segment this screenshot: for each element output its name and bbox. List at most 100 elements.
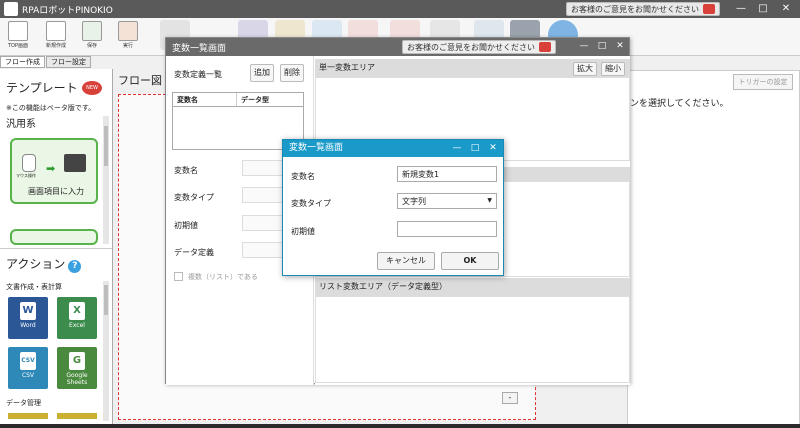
- dialog-type-select[interactable]: 文字列 ▼: [397, 193, 497, 209]
- left-panel: テンプレート NEW ※この機能はベータ版です。 汎用系 マウス操作 ➡ 画面項…: [0, 69, 113, 428]
- delete-button[interactable]: 削除: [280, 64, 304, 82]
- close-button[interactable]: ✕: [775, 0, 797, 18]
- run-button[interactable]: 実行: [112, 21, 144, 49]
- var-close-button[interactable]: ✕: [612, 38, 628, 55]
- action-heading-text: アクション: [6, 257, 66, 271]
- tab-strip: フロー作成 フロー設定: [0, 56, 92, 68]
- action-csv-label: CSV: [21, 372, 35, 379]
- dialog-name-label: 変数名: [291, 172, 315, 181]
- field-name-label: 変数名: [174, 166, 198, 175]
- action-csv[interactable]: CSV CSV: [8, 347, 48, 389]
- new-button[interactable]: 新規作成: [40, 21, 72, 49]
- column-header-type: データ型: [241, 96, 269, 104]
- action-google-sheets-label: Google Sheets: [66, 372, 88, 386]
- var-feedback-label: お客様のご意見をお聞かせください: [407, 42, 535, 52]
- dialog-close-button[interactable]: ✕: [485, 140, 501, 157]
- template-scrollbar[interactable]: [103, 116, 109, 244]
- dialog-maximize-button[interactable]: □: [467, 140, 483, 157]
- template-card-partial[interactable]: [10, 229, 98, 245]
- new-badge: NEW: [82, 81, 102, 95]
- collapse-button[interactable]: -: [502, 392, 518, 404]
- new-file-icon: [46, 21, 66, 41]
- thumbs-down-icon: [539, 42, 551, 52]
- chevron-down-icon: ▼: [487, 197, 492, 204]
- doc-section-label: 文書作成・表計算: [6, 283, 62, 291]
- var-minimize-button[interactable]: —: [576, 38, 592, 55]
- action-tile-partial-2[interactable]: [57, 413, 97, 419]
- minimize-button[interactable]: —: [730, 0, 752, 18]
- field-type-label: 変数タイプ: [174, 193, 214, 202]
- dialog-init-input[interactable]: [397, 221, 497, 237]
- help-icon[interactable]: ?: [68, 260, 82, 273]
- app-logo-icon: [4, 2, 18, 16]
- template-card-sub: マウス操作: [16, 173, 36, 178]
- action-excel-label: Excel: [69, 322, 85, 329]
- data-section-label: データ管理: [6, 399, 41, 407]
- expand-button[interactable]: 拡大: [573, 62, 597, 76]
- right-panel: [627, 70, 800, 428]
- trigger-settings-button[interactable]: トリガーの設定: [733, 74, 793, 90]
- dialog-title: 変数一覧画面: [289, 143, 344, 153]
- flow-label: フロー図: [118, 74, 162, 87]
- save-label: 保存: [86, 43, 97, 49]
- feedback-label: お客様のご意見をお聞かせください: [571, 4, 699, 14]
- beta-note: ※この機能はベータ版です。: [6, 104, 96, 112]
- scrollbar-thumb[interactable]: [104, 126, 108, 166]
- dialog-init-label: 初期値: [291, 227, 315, 236]
- multi-list-checkbox[interactable]: [174, 272, 183, 281]
- maximize-button[interactable]: □: [752, 0, 774, 18]
- action-word[interactable]: W Word: [8, 297, 48, 339]
- field-init-label: 初期値: [174, 221, 198, 230]
- template-heading: テンプレート: [6, 81, 78, 95]
- dialog-name-input[interactable]: 新規変数1: [397, 166, 497, 182]
- save-button[interactable]: 保存: [76, 21, 108, 49]
- right-panel-message: ンを選択してください。: [630, 99, 729, 109]
- shrink-button[interactable]: 縮小: [601, 62, 625, 76]
- multi-list-label: 複数（リスト）である: [188, 273, 258, 281]
- cancel-button[interactable]: キャンセル: [377, 252, 435, 270]
- csv-icon: CSV: [20, 352, 36, 370]
- app-title: RPAロボットPINOKIO: [22, 5, 113, 16]
- arrow-right-icon: ➡: [46, 162, 56, 175]
- add-button[interactable]: 追加: [250, 64, 274, 82]
- dialog-type-label: 変数タイプ: [291, 199, 331, 208]
- word-icon: W: [20, 302, 36, 320]
- excel-icon: X: [69, 302, 85, 320]
- var-window-title: 変数一覧画面: [172, 43, 227, 54]
- var-feedback-button[interactable]: お客様のご意見をお聞かせください: [402, 40, 556, 54]
- action-tile-partial[interactable]: [8, 413, 48, 419]
- field-datadef-label: データ定義: [174, 248, 214, 257]
- save-icon: [82, 21, 102, 41]
- dialog-type-value: 文字列: [402, 197, 426, 206]
- mouse-icon: [22, 154, 36, 172]
- var-maximize-button[interactable]: □: [594, 38, 610, 55]
- variable-list-title: 変数定義一覧: [174, 70, 222, 79]
- thumbs-down-icon: [703, 4, 715, 14]
- action-heading: アクション?: [6, 255, 82, 273]
- scrollbar-thumb[interactable]: [104, 285, 108, 315]
- var-window-titlebar: 変数一覧画面 お客様のご意見をお聞かせください — □ ✕: [166, 38, 629, 56]
- list-area-body[interactable]: [315, 296, 630, 383]
- feedback-button[interactable]: お客様のご意見をお聞かせください: [566, 2, 720, 16]
- play-icon: [118, 21, 138, 41]
- top-screen-button[interactable]: TOP画面: [2, 21, 34, 49]
- tab-flow-create[interactable]: フロー作成: [0, 56, 45, 68]
- new-label: 新規作成: [45, 43, 66, 49]
- variable-table-header: 変数名 データ型: [173, 93, 303, 107]
- template-card-label: 画面項目に入力: [28, 187, 84, 196]
- dialog-titlebar: 変数一覧画面 — □ ✕: [283, 140, 503, 157]
- column-header-name: 変数名: [173, 93, 237, 106]
- action-excel[interactable]: X Excel: [57, 297, 97, 339]
- action-google-sheets[interactable]: G Google Sheets: [57, 347, 97, 389]
- taskbar: [0, 424, 800, 428]
- dialog-minimize-button[interactable]: —: [449, 140, 465, 157]
- home-icon: [8, 21, 28, 41]
- ok-button[interactable]: OK: [441, 252, 499, 270]
- top-screen-label: TOP画面: [7, 43, 28, 49]
- tab-flow-settings[interactable]: フロー設定: [46, 56, 91, 68]
- variable-edit-dialog: 変数一覧画面 — □ ✕ 変数名 新規変数1 変数タイプ 文字列 ▼ 初期値 キ…: [282, 139, 504, 276]
- action-word-label: Word: [20, 322, 36, 329]
- template-card-input[interactable]: マウス操作 ➡ 画面項目に入力: [10, 138, 98, 204]
- run-label: 実行: [122, 43, 133, 49]
- action-scrollbar[interactable]: [103, 281, 109, 421]
